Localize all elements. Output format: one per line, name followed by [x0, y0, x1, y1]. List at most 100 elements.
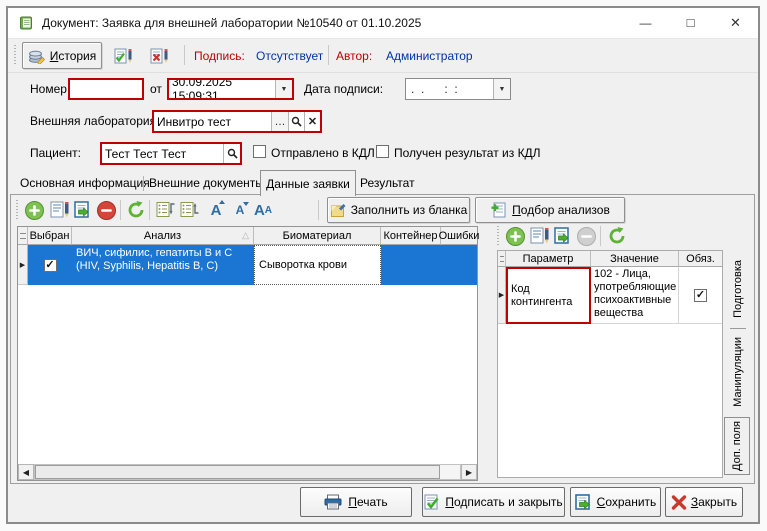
remove-signature-button[interactable]: [148, 44, 172, 68]
param-row-indicator: ▶: [498, 267, 506, 324]
patient-value: Тест Тест Тест: [102, 147, 223, 161]
checkbox-check-mark: ✓: [696, 289, 705, 301]
add-row-button[interactable]: [22, 198, 46, 222]
refresh-icon: [126, 200, 146, 220]
number-input[interactable]: [68, 78, 144, 100]
document-plus-icon: [490, 202, 507, 218]
params-menu-grip[interactable]: [498, 251, 506, 267]
close-button[interactable]: Закрыть: [665, 487, 743, 517]
paste-list-button[interactable]: [178, 198, 202, 222]
refresh-button[interactable]: [124, 198, 148, 222]
grid-menu-grip[interactable]: [18, 227, 28, 245]
document-date-input[interactable]: 30.09.2025 15:09:31 ▼: [167, 78, 294, 100]
sign-date-dropdown-button[interactable]: ▼: [493, 79, 510, 99]
maximize-button[interactable]: □: [668, 8, 713, 37]
sign-and-close-button[interactable]: Подписать и закрыть: [422, 487, 565, 517]
cell-analysis[interactable]: ВИЧ, сифилис, гепатиты B и C (HIV, Syphi…: [72, 245, 254, 285]
remove-icon-disabled: [576, 226, 597, 247]
titlebar: Документ: Заявка для внешней лаборатории…: [8, 8, 758, 39]
lab-ellipsis-button[interactable]: …: [271, 112, 288, 131]
document-x-icon: [150, 48, 170, 65]
side-tab-additional-fields[interactable]: Доп. поля: [724, 417, 750, 475]
cell-errors[interactable]: [441, 245, 477, 285]
lab-search-button[interactable]: [288, 112, 304, 131]
toolbar-separator: [120, 200, 121, 220]
external-lab-input[interactable]: Инвитро тест … ✕: [152, 110, 322, 133]
font-size-icon: A: [254, 203, 265, 218]
document-window: Документ: Заявка для внешней лаборатории…: [8, 8, 758, 522]
column-header-parameter[interactable]: Параметр: [506, 251, 591, 267]
sent-to-kdl-label[interactable]: Отправлено в КДЛ: [271, 146, 375, 160]
lab-clear-button[interactable]: ✕: [304, 112, 320, 131]
refresh-params-button[interactable]: [605, 224, 629, 248]
save-button[interactable]: Сохранить: [570, 487, 661, 517]
list-arrow-down-icon: [180, 201, 200, 219]
patient-search-button[interactable]: [223, 144, 240, 163]
tab-result[interactable]: Результат: [360, 176, 415, 190]
fill-from-blank-button[interactable]: Заполнить из бланка: [327, 197, 470, 223]
history-button[interactable]: История: [22, 42, 102, 69]
fill-from-blank-label: Заполнить из бланка: [351, 203, 468, 217]
side-tab-manipulations[interactable]: Манипуляции: [726, 331, 750, 413]
select-tests-button[interactable]: Подбор анализов: [475, 197, 625, 223]
edit-row-button[interactable]: [48, 198, 72, 222]
column-header-errors[interactable]: Ошибки: [441, 227, 477, 245]
export-row-button[interactable]: [71, 198, 95, 222]
result-received-label[interactable]: Получен результат из КДЛ: [394, 146, 541, 160]
tab-request-data[interactable]: Данные заявки: [260, 170, 356, 196]
cell-selected-checkbox[interactable]: ✓: [28, 245, 72, 285]
printer-icon: [324, 494, 342, 510]
font-increase-button[interactable]: A: [204, 198, 228, 222]
side-tab-separator: [730, 328, 746, 329]
side-tab-preparation[interactable]: Подготовка: [726, 252, 750, 325]
edit-document-icon: [50, 201, 70, 219]
column-header-biomaterial[interactable]: Биоматериал: [254, 227, 381, 245]
sign-date-label: Дата подписи:: [304, 82, 383, 96]
add-param-button[interactable]: [503, 224, 527, 248]
cell-required[interactable]: ✓: [679, 267, 722, 324]
patient-input[interactable]: Тест Тест Тест: [100, 142, 242, 165]
add-icon: [505, 226, 526, 247]
font-decrease-button[interactable]: A: [228, 198, 252, 222]
scroll-right-button[interactable]: ▶: [461, 464, 477, 480]
close-window-button[interactable]: ✕: [713, 8, 758, 37]
document-check-icon: [114, 48, 134, 65]
document-date-dropdown-button[interactable]: ▼: [275, 80, 292, 98]
column-header-selected[interactable]: Выбран: [28, 227, 72, 245]
font-size-button[interactable]: AA: [251, 198, 275, 222]
tab-main-info[interactable]: Основная информация: [20, 176, 150, 190]
history-button-label: История: [50, 49, 97, 63]
toolbar-separator: [149, 200, 150, 220]
select-tests-label: Подбор анализов: [512, 203, 610, 217]
sign-date-input[interactable]: . . : : ▼: [405, 78, 511, 100]
number-label: Номер:: [30, 82, 70, 96]
delete-row-button[interactable]: [94, 198, 118, 222]
scroll-left-button[interactable]: ◀: [18, 464, 34, 480]
cell-parameter[interactable]: Код контингента: [506, 267, 591, 324]
print-button[interactable]: Печать: [300, 487, 412, 517]
tab-external-documents[interactable]: Внешние документы: [149, 176, 264, 190]
sign-document-button[interactable]: [112, 44, 136, 68]
row-indicator: ▶: [18, 245, 28, 285]
cell-container[interactable]: [381, 245, 441, 285]
column-header-container[interactable]: Контейнер: [381, 227, 441, 245]
cell-biomaterial[interactable]: Сыворотка крови: [254, 245, 381, 285]
add-icon: [24, 200, 45, 221]
sort-ascending-icon: △: [242, 230, 249, 241]
red-x-icon: [671, 495, 687, 510]
result-received-checkbox[interactable]: [376, 145, 389, 158]
edit-param-button[interactable]: [528, 224, 552, 248]
scrollbar-thumb[interactable]: [35, 465, 440, 479]
column-header-required[interactable]: Обяз.: [679, 251, 722, 267]
column-header-analysis[interactable]: Анализ △: [72, 227, 254, 245]
column-header-value[interactable]: Значение: [591, 251, 679, 267]
cell-value[interactable]: 102 - Лица, употребляющие психоактивные …: [591, 267, 679, 324]
export-param-button[interactable]: [551, 224, 575, 248]
document-date-value: 30.09.2025 15:09:31: [169, 78, 275, 100]
close-button-label: Закрыть: [691, 495, 737, 509]
grid-toolbar-grip: [16, 200, 18, 220]
minimize-button[interactable]: —: [623, 8, 668, 37]
caret-up-icon: [219, 200, 225, 204]
sent-to-kdl-checkbox[interactable]: [253, 145, 266, 158]
copy-list-button[interactable]: [154, 198, 178, 222]
